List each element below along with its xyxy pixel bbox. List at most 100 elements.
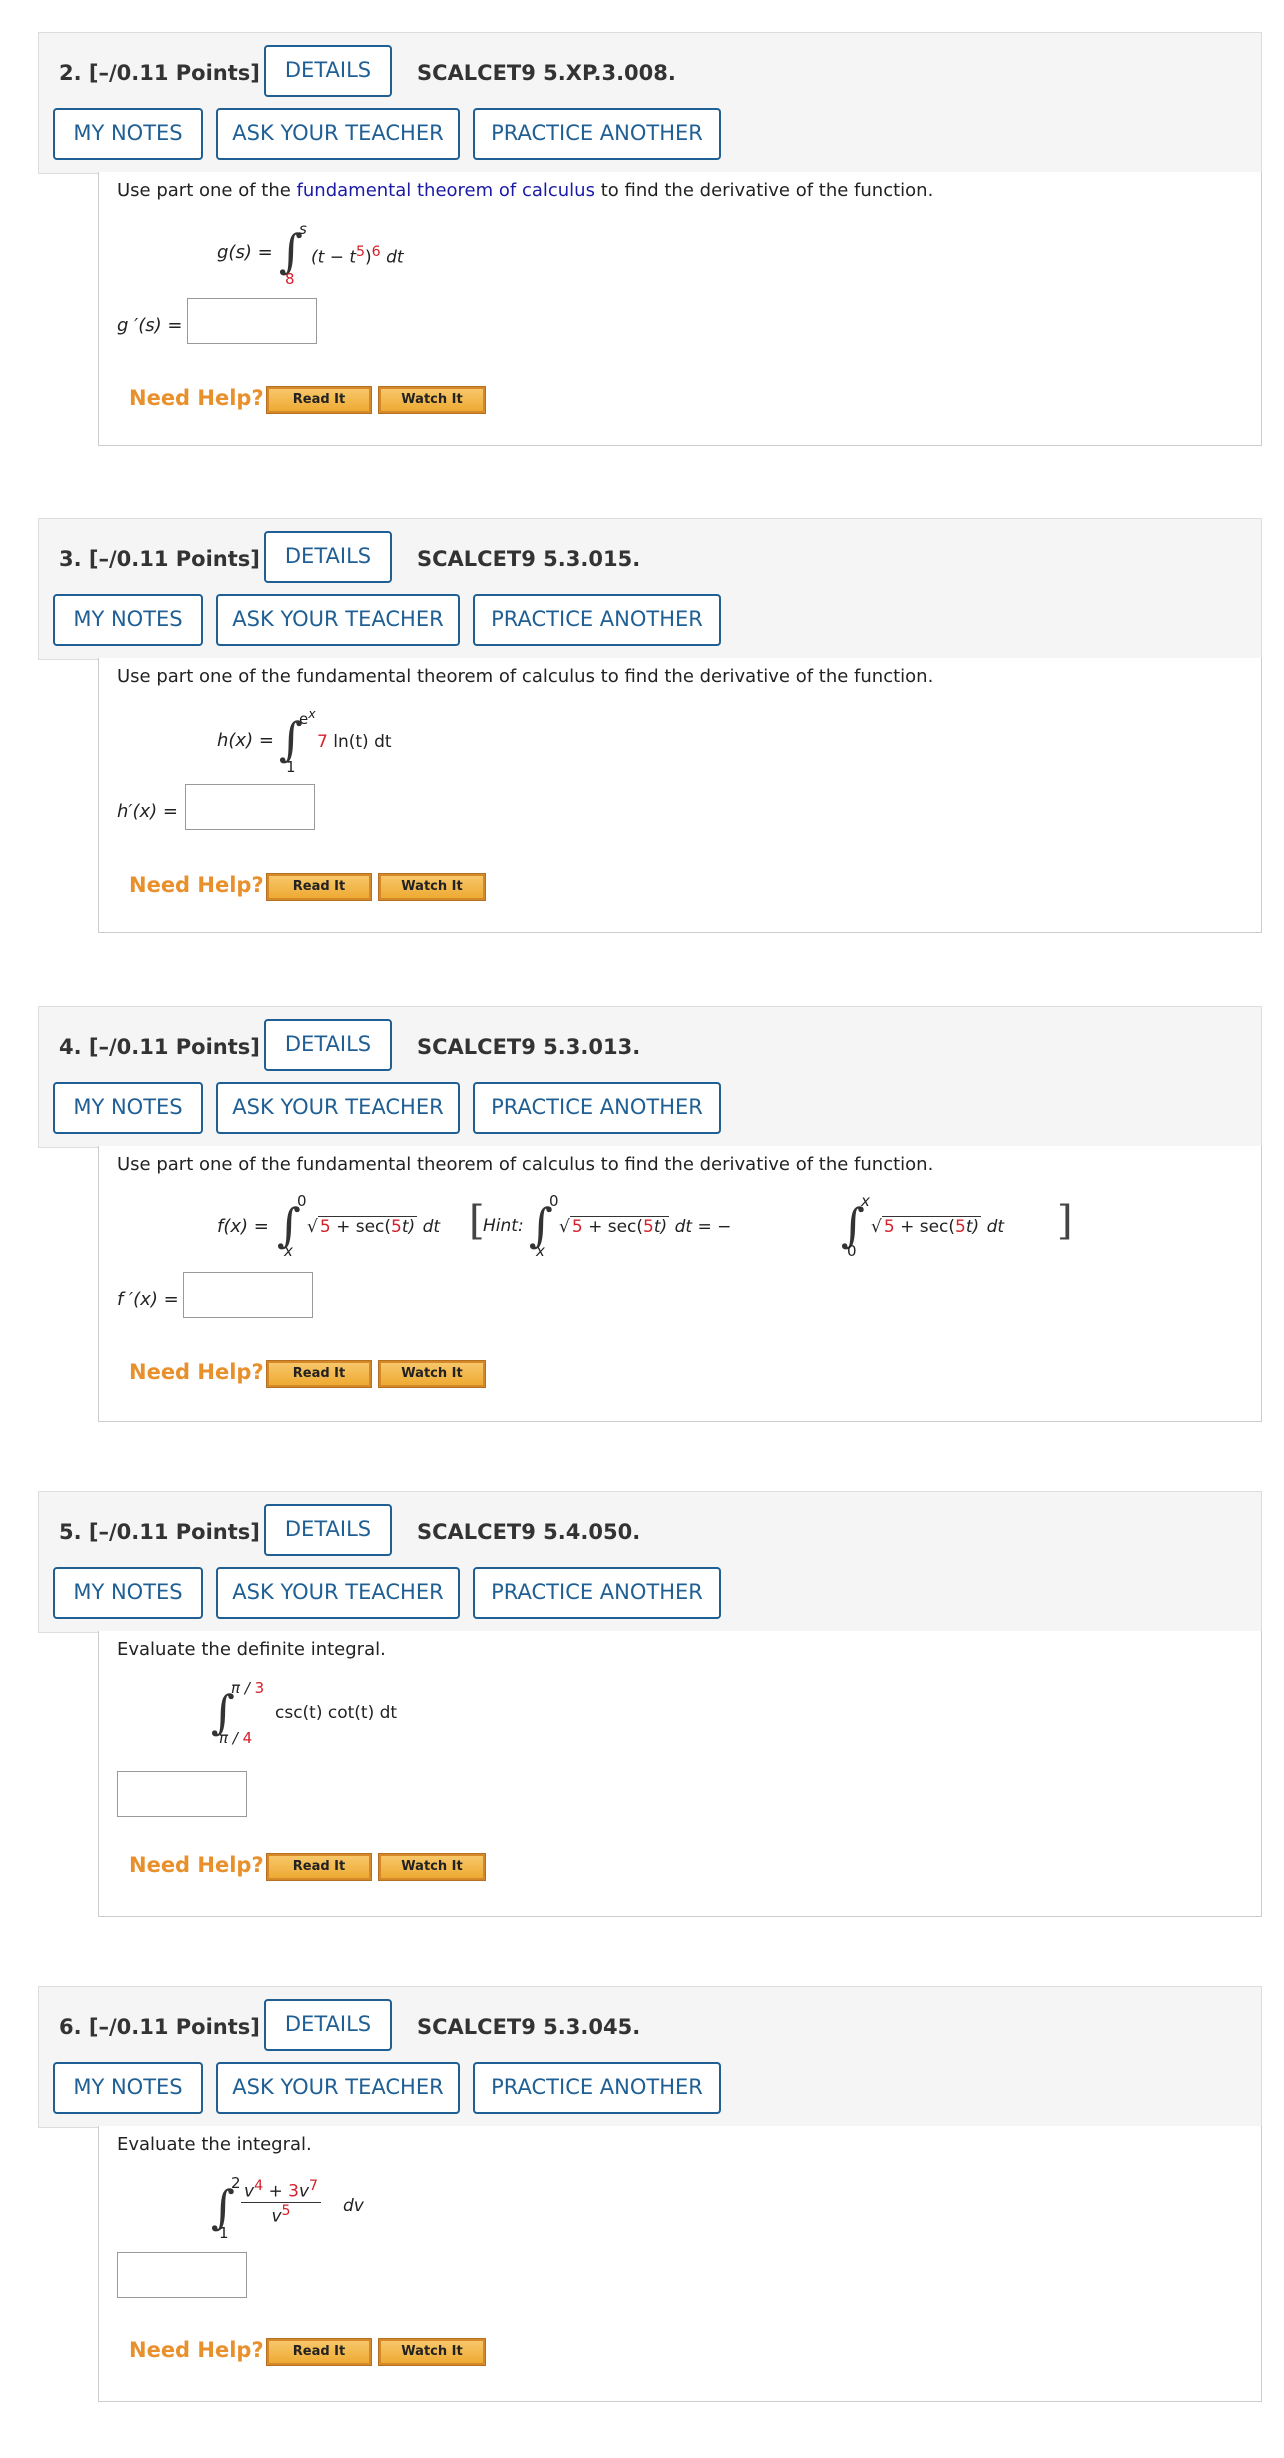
prompt-text: to find the derivative of the function. [594,180,934,201]
integral-expression: ∫ 2 1 v4 + 3v7 v5 dv [99,2166,599,2256]
hint-label: Hint: [483,1216,524,1236]
ask-teacher-button[interactable]: ASK YOUR TEACHER [216,1567,460,1619]
upper-limit: 0 [297,1192,307,1210]
watch-it-button[interactable]: Watch It [378,1360,486,1388]
exponent: 5 [281,2202,291,2219]
limit-part: π / [219,1729,243,1747]
need-help-label: Need Help? [129,873,264,897]
radicand-part: + sec( [330,1217,392,1237]
my-notes-button[interactable]: MY NOTES [53,1082,203,1134]
practice-another-button[interactable]: PRACTICE ANOTHER [473,1082,721,1134]
watch-it-button[interactable]: Watch It [378,1853,486,1881]
numerator: v4 + 3v7 [241,2178,322,2203]
watch-it-button[interactable]: Watch It [378,873,486,901]
question-title: 2. [–/0.11 Points] [59,61,260,85]
coefficient: 7 [317,732,328,752]
answer-input[interactable] [187,298,317,344]
upper-limit: 2 [231,2174,241,2192]
question-header: 2. [–/0.11 Points] DETAILS SCALCET9 5.XP… [38,32,1262,174]
upper-limit: x [861,1192,870,1210]
my-notes-button[interactable]: MY NOTES [53,1567,203,1619]
lower-limit: π / 4 [219,1729,252,1747]
read-it-button[interactable]: Read It [266,873,372,901]
details-button[interactable]: DETAILS [264,1999,392,2051]
integrand: √ 5 + sec(5t) dt [307,1216,441,1237]
my-notes-button[interactable]: MY NOTES [53,108,203,160]
answer-input[interactable] [117,2252,247,2298]
details-button[interactable]: DETAILS [264,1504,392,1556]
radicand-part: 5 [883,1217,895,1237]
question-header: 5. [–/0.11 Points] DETAILS SCALCET9 5.4.… [38,1491,1262,1633]
my-notes-button[interactable]: MY NOTES [53,594,203,646]
num-part: + [263,2181,289,2202]
details-button[interactable]: DETAILS [264,1019,392,1071]
watch-it-button[interactable]: Watch It [378,2338,486,2366]
question-title: 5. [–/0.11 Points] [59,1520,260,1544]
question-title: 6. [–/0.11 Points] [59,2015,260,2039]
integrand-part: ) [365,247,372,268]
practice-another-button[interactable]: PRACTICE ANOTHER [473,594,721,646]
ask-teacher-button[interactable]: ASK YOUR TEACHER [216,108,460,160]
radicand: 5 + sec(5t) [881,1216,982,1237]
differential: dt [986,1217,1005,1237]
question-prompt: Use part one of the fundamental theorem … [117,666,934,687]
hint-integrand: √ 5 + sec(5t) dt [871,1216,1005,1237]
exponent: 5 [356,244,366,260]
limit-exponent: x [308,706,316,721]
integral-expression: ∫ π / 3 π / 4 csc(t) cot(t) dt [99,1679,599,1759]
question-body: Evaluate the integral. ∫ 2 1 v4 + 3v7 v5… [98,2126,1262,2402]
exponent: 6 [371,244,381,260]
hint-integrand: √ 5 + sec(5t) dt = − [559,1216,732,1237]
limit-part: π / [231,1679,255,1697]
denominator: v5 [241,2203,321,2227]
question-prompt: Evaluate the definite integral. [117,1639,386,1660]
details-button[interactable]: DETAILS [264,531,392,583]
answer-input[interactable] [183,1272,313,1318]
integrand: 7 ln(t) dt [317,732,392,752]
practice-another-button[interactable]: PRACTICE ANOTHER [473,1567,721,1619]
function-lhs: f(x) = [217,1216,269,1237]
question-prompt: Use part one of the fundamental theorem … [117,1154,934,1175]
practice-another-button[interactable]: PRACTICE ANOTHER [473,108,721,160]
answer-label: h′(x) = [117,801,178,822]
differential: dv [343,2196,364,2216]
integrand-part: ln(t) dt [327,732,392,752]
question-title: 4. [–/0.11 Points] [59,1035,260,1059]
need-help-label: Need Help? [129,2338,264,2362]
upper-limit: s [299,220,307,238]
details-button[interactable]: DETAILS [264,45,392,97]
integrand: csc(t) cot(t) dt [275,1703,398,1723]
upper-limit: 0 [549,1192,559,1210]
radicand-part: 5 [319,1217,331,1237]
lower-limit: 1 [286,758,296,776]
question-body: Use part one of the fundamental theorem … [98,172,1262,446]
my-notes-button[interactable]: MY NOTES [53,2062,203,2114]
read-it-button[interactable]: Read It [266,1853,372,1881]
lower-limit: 8 [285,270,295,288]
function-definition: h(x) = ∫ ex 1 7 ln(t) dt [99,698,599,778]
radicand-part: + sec( [582,1217,644,1237]
answer-label: g ′(s) = [117,315,183,336]
question-code: SCALCET9 5.3.015. [417,547,641,571]
question-code: SCALCET9 5.4.050. [417,1520,641,1544]
lower-limit: 0 [847,1242,857,1260]
hint-close-bracket: ] [1057,1198,1073,1244]
practice-another-button[interactable]: PRACTICE ANOTHER [473,2062,721,2114]
read-it-button[interactable]: Read It [266,2338,372,2366]
num-part: v [244,2181,255,2202]
ask-teacher-button[interactable]: ASK YOUR TEACHER [216,1082,460,1134]
limit-part: 3 [254,1679,265,1697]
num-part: v [298,2181,310,2202]
radicand-part: 5 [391,1217,402,1237]
read-it-button[interactable]: Read It [266,386,372,414]
question-body: Evaluate the definite integral. ∫ π / 3 … [98,1631,1262,1917]
answer-input[interactable] [185,784,315,830]
read-it-button[interactable]: Read It [266,1360,372,1388]
answer-input[interactable] [117,1771,247,1817]
upper-limit: π / 3 [231,1679,264,1697]
ask-teacher-button[interactable]: ASK YOUR TEACHER [216,2062,460,2114]
watch-it-button[interactable]: Watch It [378,386,486,414]
ask-teacher-button[interactable]: ASK YOUR TEACHER [216,594,460,646]
ftc-link[interactable]: fundamental theorem of calculus [297,180,595,201]
integrand-fraction: v4 + 3v7 v5 [241,2178,322,2227]
